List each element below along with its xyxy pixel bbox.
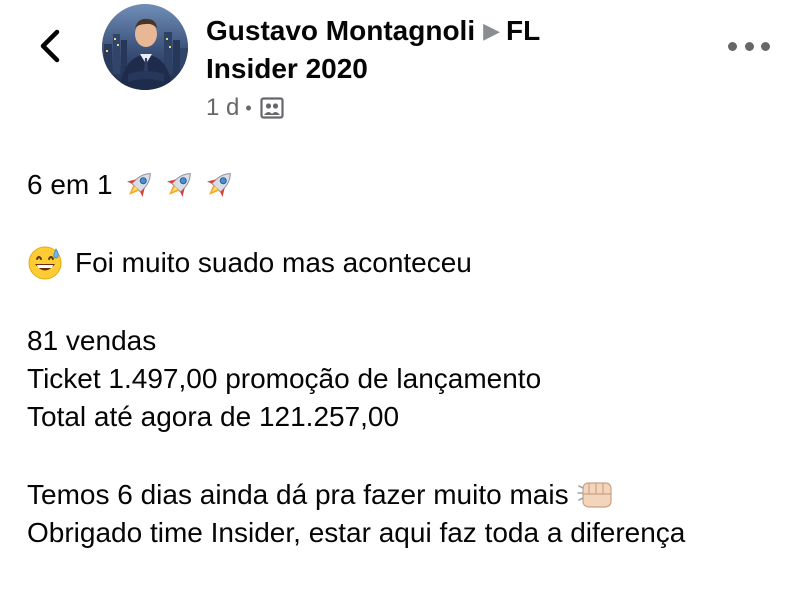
author-name[interactable]: Gustavo Montagnoli (206, 15, 475, 46)
post-line-4: Ticket 1.497,00 promoção de lançamento (27, 360, 787, 398)
post-text-7: Obrigado time Insider, estar aqui faz to… (27, 517, 686, 548)
post-line-6: Temos 6 dias ainda dá pra fazer muito ma… (27, 476, 787, 514)
triangle-right-icon: ▶ (483, 18, 501, 43)
fist-bump-emoji-icon (576, 482, 612, 508)
post-meta: 1 d • (206, 92, 284, 124)
post-time[interactable]: 1 d (206, 94, 239, 122)
rocket-emoji-icon (206, 173, 231, 198)
post-text-4: Ticket 1.497,00 promoção de lançamento (27, 363, 542, 394)
post-line-1: 6 em 1 (27, 166, 787, 204)
post-text-3: 81 vendas (27, 325, 157, 356)
post-line-7: Obrigado time Insider, estar aqui faz to… (27, 514, 787, 552)
post-line-3: 81 vendas (27, 322, 787, 360)
author-group-line: Gustavo Montagnoli ▶ FL Insider 2020 (206, 12, 626, 88)
post-text-1: 6 em 1 (27, 169, 113, 200)
avatar-image (102, 4, 188, 90)
rocket-emoji-icon (166, 173, 191, 198)
post-line-2: Foi muito suado mas aconteceu (27, 244, 787, 282)
post-text-6: Temos 6 dias ainda dá pra fazer muito ma… (27, 479, 569, 510)
more-options-icon (761, 41, 770, 51)
post-body: 6 em 1 Foi muito suado mas aconteceu 81 … (27, 166, 787, 552)
meta-separator: • (245, 97, 252, 118)
more-options-icon (744, 41, 754, 51)
group-members-icon (260, 97, 284, 119)
avatar[interactable] (102, 4, 188, 90)
rocket-emoji-icon (126, 173, 151, 198)
post-header: Gustavo Montagnoli ▶ FL Insider 2020 (206, 12, 626, 88)
post-text-2: Foi muito suado mas aconteceu (75, 247, 472, 278)
more-options-button[interactable] (728, 30, 770, 62)
more-options-icon (728, 41, 737, 51)
post-line-5: Total até agora de 121.257,00 (27, 398, 787, 436)
back-button[interactable] (30, 22, 70, 70)
post-text-5: Total até agora de 121.257,00 (27, 401, 400, 432)
grinning-sweat-emoji-icon (28, 246, 62, 280)
chevron-left-icon (40, 29, 60, 63)
